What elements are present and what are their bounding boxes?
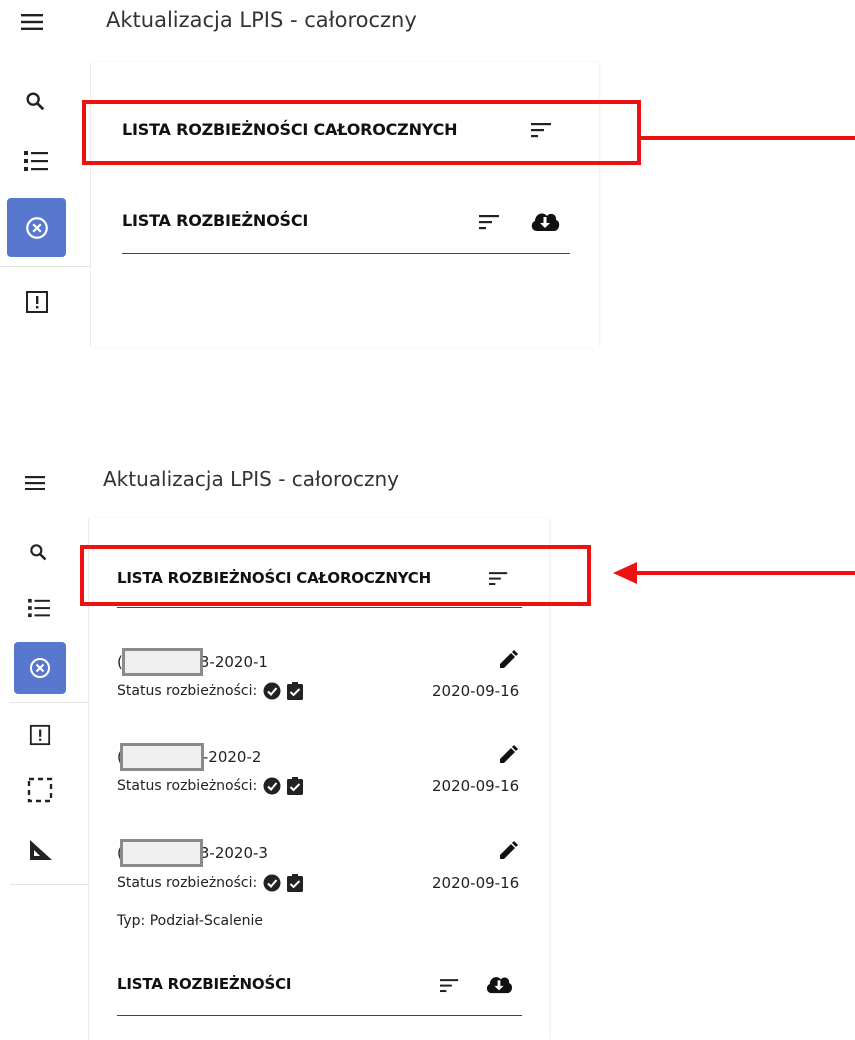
annotation-arrowhead [613, 562, 637, 584]
search-icon[interactable] [22, 88, 48, 114]
check-circle-icon [263, 874, 281, 892]
redacted-block [122, 648, 203, 676]
search-icon[interactable] [26, 540, 50, 564]
check-circle-icon [263, 682, 281, 700]
id-suffix: -2020-2 [202, 748, 262, 766]
status-label: Status rozbieżności: [117, 778, 258, 794]
clipboard-check-icon [287, 874, 304, 892]
rail-divider [10, 884, 88, 885]
list-item-status: Status rozbieżności: [117, 874, 304, 892]
pencil-icon[interactable] [496, 743, 520, 767]
id-suffix: 3-2020-3 [199, 844, 268, 862]
alert-box-icon[interactable] [23, 288, 51, 316]
alert-box-icon[interactable] [27, 722, 53, 748]
cancel-circle-icon [30, 658, 50, 678]
cloud-download-icon[interactable] [483, 970, 515, 998]
rail-divider [0, 266, 90, 267]
sort-icon[interactable] [478, 210, 502, 234]
list-icon[interactable] [22, 148, 50, 174]
dashed-select-icon[interactable] [26, 776, 54, 804]
list-item-date: 2020-09-16 [432, 874, 520, 892]
hamburger-menu-icon[interactable] [22, 472, 48, 494]
section-divider [122, 253, 570, 254]
section-divider [117, 1015, 522, 1016]
discrepancy-tab-button[interactable] [7, 198, 66, 257]
sort-icon[interactable] [438, 974, 462, 996]
type-label: Typ: Podział-Scalenie [117, 913, 263, 929]
pencil-icon[interactable] [496, 648, 520, 672]
cancel-circle-icon [25, 216, 48, 239]
clipboard-check-icon [287, 777, 304, 795]
hamburger-menu-icon[interactable] [18, 10, 46, 34]
list-icon[interactable] [26, 596, 52, 620]
section-title-list: LISTA ROZBIEŻNOŚCI [117, 975, 292, 993]
section-title-list: LISTA ROZBIEŻNOŚCI [122, 211, 309, 230]
annotation-line [641, 136, 855, 140]
status-label: Status rozbieżności: [117, 683, 258, 699]
redacted-block [120, 743, 204, 771]
status-label: Status rozbieżności: [117, 875, 258, 891]
id-suffix: 3-2020-1 [199, 653, 268, 671]
clipboard-check-icon [287, 682, 304, 700]
list-item-status: Status rozbieżności: [117, 682, 304, 700]
set-square-icon[interactable] [27, 836, 55, 864]
pencil-icon[interactable] [496, 839, 520, 863]
annotation-box [82, 100, 641, 165]
app-title: Aktualizacja LPIS - całoroczny [103, 467, 399, 491]
list-item-date: 2020-09-16 [432, 682, 520, 700]
rail-divider [10, 702, 88, 703]
section-divider [117, 607, 522, 608]
app-title: Aktualizacja LPIS - całoroczny [106, 8, 417, 32]
discrepancy-tab-button[interactable] [14, 642, 66, 694]
annotation-line [628, 571, 855, 575]
check-circle-icon [263, 777, 281, 795]
list-item-status: Status rozbieżności: [117, 777, 304, 795]
redacted-block [120, 839, 203, 867]
cloud-download-icon[interactable] [528, 206, 562, 236]
list-item-date: 2020-09-16 [432, 777, 520, 795]
annotation-box [80, 545, 591, 606]
